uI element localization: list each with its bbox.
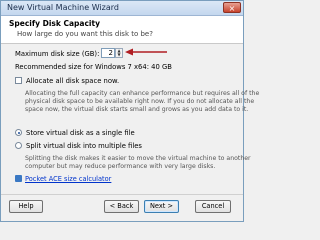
split-description-line: computer but may reduce performance with…: [25, 163, 216, 170]
recommended-size-text: Recommended size for Windows 7 x64: 40 G…: [15, 63, 172, 71]
help-button[interactable]: Help: [9, 200, 43, 213]
close-button[interactable]: ×: [223, 2, 241, 13]
wizard-window: New Virtual Machine Wizard × Specify Dis…: [0, 0, 259, 222]
disk-size-input[interactable]: 2: [101, 48, 115, 58]
window-title: New Virtual Machine Wizard: [7, 3, 119, 12]
split-files-label[interactable]: Split virtual disk into multiple files: [26, 142, 142, 150]
help-icon: [15, 175, 22, 182]
close-icon: ×: [228, 4, 236, 13]
allocate-description-line: space now, the virtual disk starts small…: [25, 106, 249, 113]
page-title: Specify Disk Capacity: [9, 19, 100, 28]
allocate-all-checkbox[interactable]: [15, 77, 22, 84]
size-calculator-link[interactable]: Pocket ACE size calculator: [25, 175, 111, 183]
title-bar[interactable]: New Virtual Machine Wizard ×: [1, 1, 243, 16]
cancel-button[interactable]: Cancel: [195, 200, 231, 213]
back-button[interactable]: < Back: [104, 200, 139, 213]
split-description-line: Splitting the disk makes it easier to mo…: [25, 155, 251, 162]
single-file-radio[interactable]: [15, 129, 22, 136]
allocate-description-line: Allocating the full capacity can enhance…: [25, 90, 260, 97]
allocate-description-line: physical disk space to be available righ…: [25, 98, 255, 105]
annotation-arrow-icon: [125, 48, 167, 56]
disk-size-label: Maximum disk size (GB):: [15, 50, 100, 58]
disk-size-spinner[interactable]: ▲ ▼: [115, 48, 123, 58]
split-files-radio[interactable]: [15, 142, 22, 149]
wizard-header: Specify Disk Capacity How large do you w…: [1, 16, 243, 44]
single-file-label[interactable]: Store virtual disk as a single file: [26, 129, 135, 137]
spin-down-icon[interactable]: ▼: [116, 53, 122, 57]
next-button[interactable]: Next >: [144, 200, 179, 213]
allocate-all-label[interactable]: Allocate all disk space now.: [26, 77, 119, 85]
page-subtitle: How large do you want this disk to be?: [17, 30, 153, 38]
